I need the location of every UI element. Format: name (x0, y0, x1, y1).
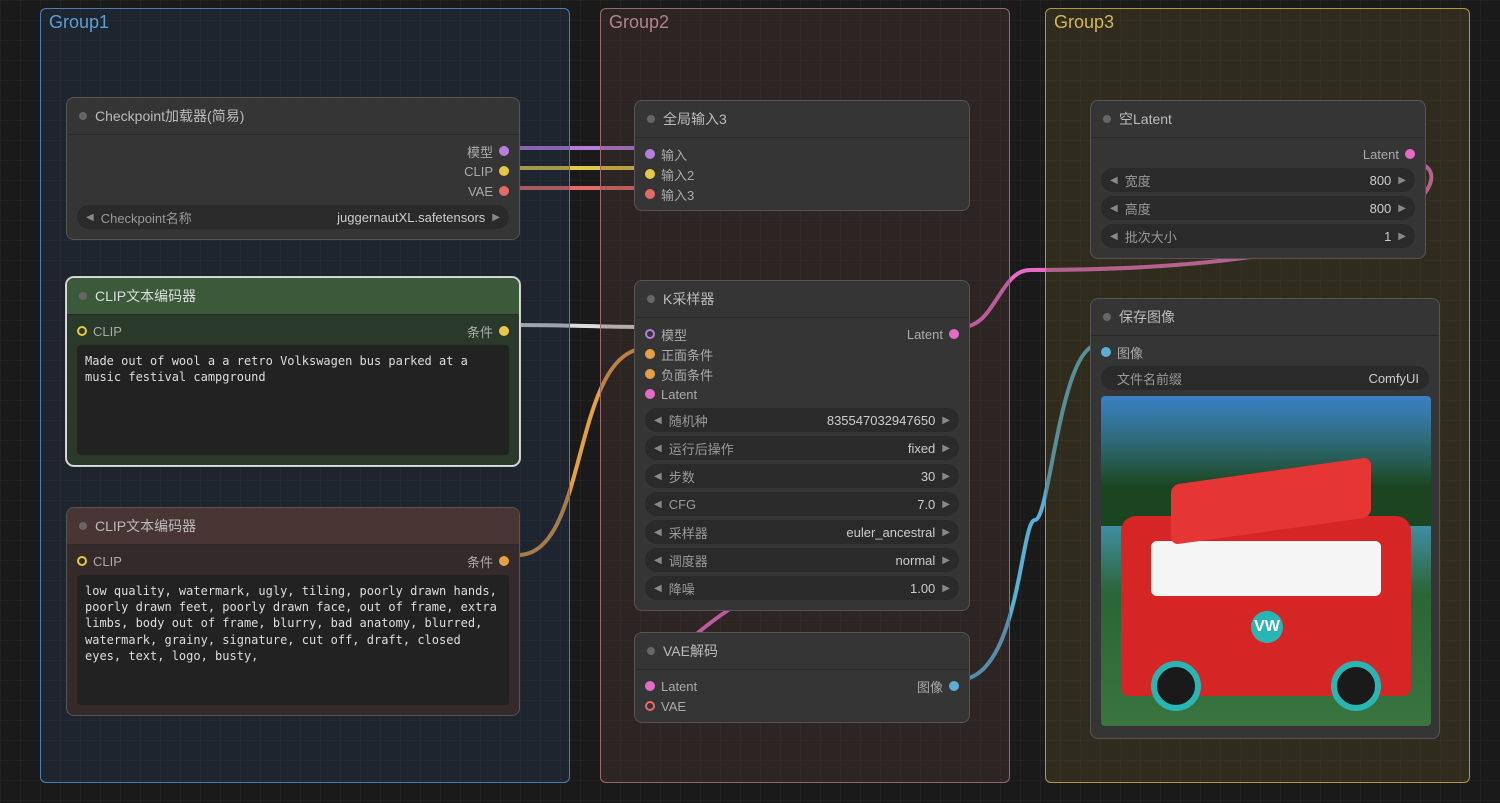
collapse-icon[interactable] (647, 295, 655, 303)
checkpoint-select[interactable]: ◀ Checkpoint名称 juggernautXL.safetensors … (77, 205, 509, 229)
node-title: CLIP文本编码器 (95, 516, 196, 536)
node-ksampler[interactable]: K采样器 模型 Latent 正面条件 负面条件 Latent ◀随机种8355… (634, 280, 970, 611)
arrow-right-icon[interactable]: ▶ (489, 212, 503, 223)
arrow-left-icon[interactable]: ◀ (83, 212, 97, 223)
port-cond-out[interactable] (499, 556, 509, 566)
collapse-icon[interactable] (1103, 115, 1111, 123)
collapse-icon[interactable] (79, 112, 87, 120)
scheduler-widget[interactable]: ◀调度器normal▶ (645, 548, 959, 572)
cfg-widget[interactable]: ◀CFG7.0▶ (645, 492, 959, 516)
collapse-icon[interactable] (647, 647, 655, 655)
port-in2[interactable] (645, 169, 655, 179)
out-clip-label: CLIP (464, 164, 493, 179)
group-2-title: Group2 (609, 12, 669, 33)
port-latent-in[interactable] (645, 681, 655, 691)
port-vae-in[interactable] (645, 701, 655, 711)
collapse-icon[interactable] (79, 522, 87, 530)
port-model-in[interactable] (645, 329, 655, 339)
batch-widget[interactable]: ◀批次大小1▶ (1101, 224, 1415, 248)
port-in1[interactable] (645, 149, 655, 159)
collapse-icon[interactable] (647, 115, 655, 123)
node-clip-negative[interactable]: CLIP文本编码器 CLIP 条件 low quality, watermark… (66, 507, 520, 716)
node-empty-latent[interactable]: 空Latent Latent ◀宽度800▶ ◀高度800▶ ◀批次大小1▶ (1090, 100, 1426, 259)
port-cond-out[interactable] (499, 326, 509, 336)
node-title: 保存图像 (1119, 307, 1175, 327)
port-negative[interactable] (645, 369, 655, 379)
node-vae-decode[interactable]: VAE解码 Latent 图像 VAE (634, 632, 970, 723)
port-latent-in[interactable] (645, 389, 655, 399)
preview-image[interactable]: VW (1101, 396, 1431, 726)
node-title: K采样器 (663, 289, 714, 309)
steps-widget[interactable]: ◀步数30▶ (645, 464, 959, 488)
collapse-icon[interactable] (79, 292, 87, 300)
node-clip-positive[interactable]: CLIP文本编码器 CLIP 条件 Made out of wool a a r… (66, 277, 520, 466)
prompt-text[interactable]: Made out of wool a a retro Volkswagen bu… (77, 345, 509, 455)
port-clip-in[interactable] (77, 556, 87, 566)
port-latent-out[interactable] (949, 329, 959, 339)
node-title: 全局输入3 (663, 109, 727, 129)
filename-prefix-widget[interactable]: 文件名前缀ComfyUI (1101, 366, 1429, 390)
port-latent-out[interactable] (1405, 149, 1415, 159)
port-model[interactable] (499, 146, 509, 156)
negative-prompt-text[interactable]: low quality, watermark, ugly, tiling, po… (77, 575, 509, 705)
node-title: VAE解码 (663, 641, 718, 661)
node-save-image[interactable]: 保存图像 图像 文件名前缀ComfyUI VW (1090, 298, 1440, 739)
port-image-out[interactable] (949, 681, 959, 691)
height-widget[interactable]: ◀高度800▶ (1101, 196, 1415, 220)
port-vae[interactable] (499, 186, 509, 196)
denoise-widget[interactable]: ◀降噪1.00▶ (645, 576, 959, 600)
port-positive[interactable] (645, 349, 655, 359)
seed-widget[interactable]: ◀随机种835547032947650▶ (645, 408, 959, 432)
width-widget[interactable]: ◀宽度800▶ (1101, 168, 1415, 192)
node-checkpoint-loader[interactable]: Checkpoint加载器(简易) 模型 CLIP VAE ◀ Checkpoi… (66, 97, 520, 240)
port-clip[interactable] (499, 166, 509, 176)
out-vae-label: VAE (468, 184, 493, 199)
control-widget[interactable]: ◀运行后操作fixed▶ (645, 436, 959, 460)
node-title: 空Latent (1119, 109, 1172, 129)
port-in3[interactable] (645, 189, 655, 199)
out-model-label: 模型 (467, 142, 493, 161)
collapse-icon[interactable] (1103, 313, 1111, 321)
group-1-title: Group1 (49, 12, 109, 33)
group-3-title: Group3 (1054, 12, 1114, 33)
sampler-widget[interactable]: ◀采样器euler_ancestral▶ (645, 520, 959, 544)
port-image-in[interactable] (1101, 347, 1111, 357)
node-title: Checkpoint加载器(简易) (95, 106, 244, 126)
port-clip-in[interactable] (77, 326, 87, 336)
node-global-inputs[interactable]: 全局输入3 输入 输入2 输入3 (634, 100, 970, 211)
node-title: CLIP文本编码器 (95, 286, 196, 306)
